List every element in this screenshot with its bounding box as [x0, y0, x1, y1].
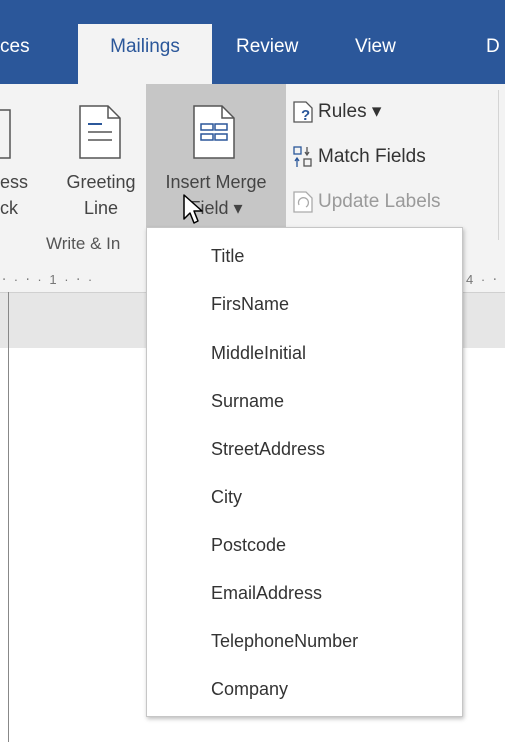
match-fields-icon — [293, 146, 312, 167]
update-labels-label: Update Labels — [318, 191, 441, 213]
rules-label: Rules ▾ — [318, 101, 382, 123]
ruler-right-text: 4 · ‧ — [466, 272, 499, 287]
group-divider — [498, 90, 499, 240]
svg-text:?: ? — [301, 107, 310, 124]
greeting-line-label-1: Greeting — [66, 172, 136, 192]
dropdown-item-middleinitial[interactable]: MiddleInitial — [211, 343, 306, 364]
greeting-line-label-2: Line — [83, 198, 119, 218]
match-fields-label: Match Fields — [318, 146, 426, 168]
tab-design[interactable]: D — [486, 36, 500, 58]
address-block-label-2: ck — [0, 198, 18, 218]
rules-icon: ? — [293, 101, 313, 124]
insert-merge-field-label-2: Field ▾ — [189, 198, 243, 218]
tab-review[interactable]: Review — [236, 36, 298, 58]
match-fields-button[interactable]: Match Fields — [292, 144, 426, 170]
address-block-icon — [0, 109, 11, 159]
write-insert-group-label: Write & In — [46, 234, 121, 253]
tab-references[interactable]: ces — [0, 36, 30, 58]
ruler-left-text: ‧ · ‧ · 1 · ‧ · — [2, 272, 95, 287]
dropdown-item-telephonenumber[interactable]: TelephoneNumber — [211, 631, 358, 652]
tab-mailings[interactable]: Mailings — [78, 24, 212, 86]
insert-merge-field-label-1: Insert Merge — [165, 172, 267, 192]
ribbon-tab-bar: ces Mailings Review View D — [0, 0, 505, 86]
update-labels-icon — [293, 191, 313, 213]
mouse-cursor-icon — [183, 194, 203, 224]
dropdown-item-city[interactable]: City — [211, 487, 242, 508]
dropdown-item-streetaddress[interactable]: StreetAddress — [211, 439, 325, 460]
page-edge — [8, 292, 9, 742]
dropdown-item-postcode[interactable]: Postcode — [211, 535, 286, 556]
dropdown-item-emailaddress[interactable]: EmailAddress — [211, 583, 322, 604]
tab-view[interactable]: View — [355, 36, 396, 58]
greeting-line-icon — [79, 105, 121, 159]
insert-merge-field-icon — [193, 105, 235, 159]
merge-field-dropdown: Title FirsName MiddleInitial Surname Str… — [146, 227, 463, 717]
update-labels-button[interactable]: Update Labels — [292, 190, 441, 214]
dropdown-item-firsname[interactable]: FirsName — [211, 294, 289, 315]
dropdown-item-company[interactable]: Company — [211, 679, 288, 700]
dropdown-item-surname[interactable]: Surname — [211, 391, 284, 412]
address-block-label-1: ess — [0, 172, 29, 192]
rules-button[interactable]: ? Rules ▾ — [292, 100, 381, 124]
dropdown-item-title[interactable]: Title — [211, 246, 244, 267]
